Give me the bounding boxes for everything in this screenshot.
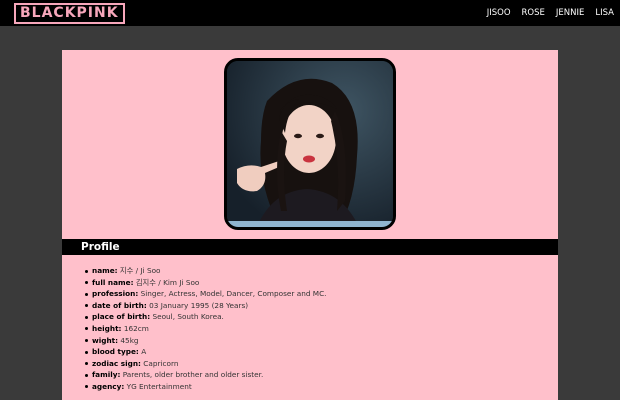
info-label: place of birth:: [92, 312, 151, 322]
info-label: full name:: [92, 277, 134, 287]
info-agency: agency: YG Entertainment: [85, 381, 327, 393]
info-value: Parents, older brother and older sister.: [122, 370, 264, 380]
info-value: 김지수 / Kim Ji Soo: [135, 277, 200, 287]
nav-menu: JISOO ROSE JENNIE LISA: [476, 0, 614, 26]
nav-link-jennie[interactable]: JENNIE: [556, 8, 584, 18]
info-full-name: full name: 김지수 / Kim Ji Soo: [85, 277, 327, 289]
info-name: name: 지수 / Ji Soo: [85, 265, 327, 277]
info-value: 162cm: [123, 323, 149, 333]
profile-info-list: name: 지수 / Ji Soo full name: 김지수 / Kim J…: [85, 265, 327, 393]
profile-section-header: Profile: [62, 239, 558, 255]
info-value: 지수 / Ji Soo: [119, 266, 161, 275]
info-label: date of birth:: [92, 300, 147, 310]
profile-photo: [224, 58, 396, 230]
info-value: Seoul, South Korea.: [152, 312, 224, 322]
info-value: A: [141, 347, 147, 357]
info-label: wight:: [92, 335, 119, 345]
profile-card: Profile name: 지수 / Ji Soo full name: 김지수…: [62, 50, 558, 400]
info-value: 03 January 1995 (28 Years): [149, 300, 249, 310]
info-value: Capricorn: [143, 358, 179, 368]
blackpink-logo[interactable]: BLACKPINK: [14, 3, 125, 24]
info-family: family: Parents, older brother and older…: [85, 369, 327, 381]
info-label: zodiac sign:: [92, 358, 141, 368]
info-label: family:: [92, 370, 121, 380]
info-profession: profession: Singer, Actress, Model, Danc…: [85, 288, 327, 300]
info-label: agency:: [92, 381, 125, 391]
info-place-of-birth: place of birth: Seoul, South Korea.: [85, 311, 327, 323]
info-zodiac-sign: zodiac sign: Capricorn: [85, 358, 327, 370]
nav-link-rose[interactable]: ROSE: [522, 8, 545, 18]
info-label: profession:: [92, 289, 139, 299]
info-value: YG Entertainment: [126, 381, 192, 391]
info-label: height:: [92, 323, 122, 333]
portrait-illustration: [227, 61, 393, 227]
info-blood-type: blood type: A: [85, 346, 327, 358]
section-title: Profile: [81, 241, 120, 253]
info-date-of-birth: date of birth: 03 January 1995 (28 Years…: [85, 300, 327, 312]
info-value: 45kg: [120, 335, 139, 345]
info-value: Singer, Actress, Model, Dancer, Composer…: [140, 289, 327, 299]
info-label: blood type:: [92, 347, 139, 357]
info-weight: wight: 45kg: [85, 335, 327, 347]
info-label: name:: [92, 266, 118, 275]
info-height: height: 162cm: [85, 323, 327, 335]
nav-link-jisoo[interactable]: JISOO: [487, 8, 511, 18]
top-navbar: BLACKPINK JISOO ROSE JENNIE LISA: [0, 0, 620, 26]
nav-link-lisa[interactable]: LISA: [595, 8, 614, 18]
